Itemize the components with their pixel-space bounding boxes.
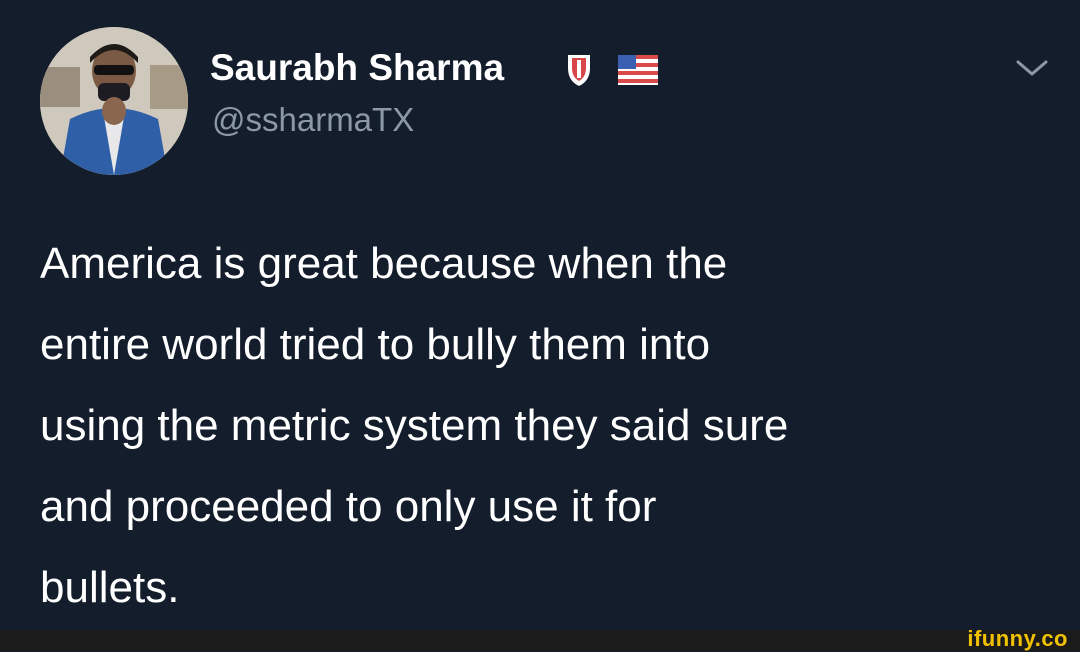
user-handle[interactable]: @ssharmaTX xyxy=(212,100,414,140)
avatar[interactable] xyxy=(40,27,188,175)
tweet-text-line: America is great because when the xyxy=(40,239,728,288)
watermark-logo: ifunny.co xyxy=(967,626,1068,651)
tweet-text-line: using the metric system they said sure xyxy=(40,401,789,450)
tweet-text-line: and proceeded to only use it for xyxy=(40,482,657,531)
avatar-photo xyxy=(40,27,188,175)
display-name[interactable]: Saurabh Sharma xyxy=(210,46,504,90)
tweet-text-line: bullets. xyxy=(40,563,180,612)
name-badges xyxy=(566,50,658,90)
tweet-text-line: entire world tried to bully them into xyxy=(40,320,711,369)
watermark-bar xyxy=(0,630,1080,651)
shield-icon xyxy=(568,55,590,86)
us-flag-icon xyxy=(618,55,658,85)
chevron-down-icon[interactable] xyxy=(1012,56,1052,80)
tweet-text: America is great because when the entire… xyxy=(40,223,1050,628)
tweet-card: Saurabh Sharma @ssharmaTX America is gre… xyxy=(0,0,1080,630)
